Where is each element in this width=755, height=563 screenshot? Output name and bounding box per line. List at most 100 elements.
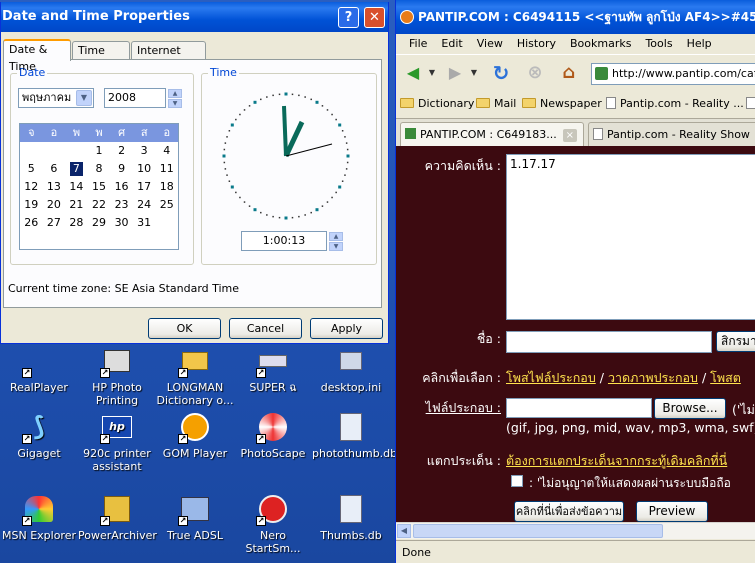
tab-date-time[interactable]: Date & Time	[3, 39, 71, 73]
calendar-day[interactable]: 28	[65, 214, 88, 232]
forward-arrow-icon[interactable]: ▶	[442, 61, 468, 85]
desktop-icon-msn-explorer[interactable]: ↗ MSN Explorer	[0, 492, 78, 542]
file-path-input[interactable]	[506, 398, 652, 418]
attach-file-label[interactable]: ไฟล์ประกอบ :	[426, 398, 501, 418]
calendar-day[interactable]: 7	[70, 162, 83, 176]
scroll-left-icon[interactable]: ◀	[397, 524, 411, 538]
calendar-day[interactable]: 4	[155, 142, 178, 160]
calendar-day[interactable]: 8	[88, 160, 111, 178]
calendar-day[interactable]: 31	[133, 214, 156, 232]
browse-button[interactable]: Browse...	[654, 398, 726, 419]
month-select[interactable]: พฤษภาคม ▼	[18, 88, 94, 108]
calendar-day[interactable]: 26	[20, 214, 43, 232]
calendar-day[interactable]: 13	[43, 178, 66, 196]
tab-time-zone[interactable]: Time Zone	[72, 41, 130, 74]
tab-close-icon[interactable]: ×	[562, 129, 577, 142]
home-icon[interactable]: ⌂	[556, 61, 582, 85]
menu-help[interactable]: Help	[680, 34, 719, 54]
spin-down-icon[interactable]: ▼	[168, 99, 182, 108]
calendar-day[interactable]: 16	[110, 178, 133, 196]
calendar-day[interactable]: 19	[20, 196, 43, 214]
desktop-icon-gigaget[interactable]: ⟆ ↗ Gigaget	[0, 410, 78, 461]
reload-icon[interactable]: ↻	[488, 61, 514, 85]
calendar-day[interactable]: 25	[155, 196, 178, 214]
post-link[interactable]: โพสต	[710, 370, 741, 385]
desktop-icon-hp-printer[interactable]: hp ↗ 920c printer assistant	[78, 410, 156, 473]
calendar-day[interactable]: 18	[155, 178, 178, 196]
desktop-icon-photothumb[interactable]: photothumb.db	[312, 410, 397, 460]
submit-button[interactable]: คลิกที่นี่เพื่อส่งข้อความ	[514, 501, 624, 522]
bookmark-mail[interactable]: Mail	[476, 95, 516, 113]
calendar-day[interactable]: 27	[43, 214, 66, 232]
desktop-icon-powerarchiver[interactable]: ↗ PowerArchiver	[78, 492, 157, 542]
calendar-day[interactable]: 24	[133, 196, 156, 214]
menu-history[interactable]: History	[510, 34, 563, 54]
spin-up-icon[interactable]: ▲	[329, 232, 343, 241]
tab-pantip-reality[interactable]: Pantip.com - Reality Show	[588, 122, 755, 147]
calendar-day[interactable]: 10	[133, 160, 156, 178]
calendar-day[interactable]: 22	[88, 196, 111, 214]
time-spin-buttons[interactable]: ▲ ▼	[329, 232, 343, 252]
url-bar[interactable]: http://www.pantip.com/caf	[591, 63, 755, 85]
desktop-icon-photoscape[interactable]: ↗ PhotoScape	[234, 410, 312, 460]
calendar-day[interactable]: 6	[43, 160, 66, 178]
spin-down-icon[interactable]: ▼	[329, 242, 343, 251]
calendar-day[interactable]: 2	[110, 142, 133, 160]
scrollbar-thumb[interactable]	[413, 524, 663, 538]
desktop-icon-gom-player[interactable]: ↗ GOM Player	[156, 410, 234, 460]
no-mobile-checkbox[interactable]	[511, 475, 523, 487]
browser-titlebar[interactable]: PANTIP.COM : C6494115 <<ฐานทัพ ลูกโป่ง A…	[396, 0, 755, 34]
bookmark-newspaper[interactable]: Newspaper	[522, 95, 602, 113]
branch-link[interactable]: ต้องการแตกประเด็นจากกระทู้เดิมคลิกที่นี่	[506, 451, 727, 471]
close-button[interactable]: ✕	[364, 7, 385, 28]
member-button[interactable]: สิกรมา	[716, 331, 755, 352]
draw-image-link[interactable]: วาดภาพประกอบ	[608, 370, 698, 385]
calendar-day[interactable]: 29	[88, 214, 111, 232]
chevron-down-icon[interactable]: ▼	[76, 90, 92, 106]
time-input[interactable]: 1:00:13 ▲ ▼	[241, 231, 343, 251]
cancel-button[interactable]: Cancel	[229, 318, 302, 339]
tab-pantip-cafe[interactable]: PANTIP.COM : C649183... ×	[400, 122, 584, 147]
calendar-day[interactable]: 5	[20, 160, 43, 178]
preview-button[interactable]: Preview	[636, 501, 708, 522]
bookmark-pantip-reality[interactable]: Pantip.com - Reality ...	[606, 95, 744, 113]
bookmark-overflow[interactable]	[746, 95, 755, 113]
stop-icon[interactable]: ⊗	[522, 61, 548, 85]
desktop-icon-desktop-ini[interactable]: desktop.ini	[312, 344, 390, 394]
calendar-day[interactable]: 9	[110, 160, 133, 178]
desktop-icon-hp-photo[interactable]: ↗ HP Photo Printing	[78, 344, 156, 407]
comment-textarea[interactable]: 1.17.17	[506, 154, 755, 320]
ok-button[interactable]: OK	[148, 318, 221, 339]
calendar-day[interactable]: 14	[65, 178, 88, 196]
calendar-day[interactable]: 23	[110, 196, 133, 214]
year-spin-buttons[interactable]: ▲ ▼	[168, 89, 182, 109]
menu-file[interactable]: File	[402, 34, 434, 54]
apply-button[interactable]: Apply	[310, 318, 383, 339]
forward-dropdown-icon[interactable]: ▼	[468, 61, 480, 85]
dialog-titlebar[interactable]: Date and Time Properties ? ✕	[1, 2, 388, 32]
desktop-icon-super[interactable]: ↗ SUPER ฉ	[234, 344, 312, 394]
back-arrow-icon[interactable]: ◀	[400, 61, 426, 85]
desktop-icon-true-adsl[interactable]: ↗ True ADSL	[156, 492, 234, 542]
calendar-day[interactable]: 21	[65, 196, 88, 214]
tab-internet-time[interactable]: Internet Time	[131, 41, 206, 74]
calendar-day[interactable]: 1	[88, 142, 111, 160]
menu-tools[interactable]: Tools	[638, 34, 679, 54]
menu-edit[interactable]: Edit	[434, 34, 469, 54]
bookmark-dictionary[interactable]: Dictionary	[400, 95, 474, 113]
post-file-link[interactable]: โพสไฟล์ประกอบ	[506, 370, 596, 385]
calendar-day[interactable]: 12	[20, 178, 43, 196]
menu-view[interactable]: View	[470, 34, 510, 54]
desktop-icon-nero[interactable]: ↗ Nero StartSm...	[234, 492, 312, 555]
calendar-day[interactable]: 17	[133, 178, 156, 196]
horizontal-scrollbar[interactable]: ◀	[396, 522, 755, 539]
desktop-icon-thumbs-db[interactable]: Thumbs.db	[312, 492, 390, 542]
menu-bookmarks[interactable]: Bookmarks	[563, 34, 638, 54]
desktop-icon-longman[interactable]: ↗ LONGMAN Dictionary o...	[156, 344, 234, 407]
calendar-day[interactable]: 30	[110, 214, 133, 232]
calendar-day[interactable]: 20	[43, 196, 66, 214]
spin-up-icon[interactable]: ▲	[168, 89, 182, 98]
calendar-day[interactable]: 3	[133, 142, 156, 160]
help-button[interactable]: ?	[338, 7, 359, 28]
desktop-icon-realplayer[interactable]: ↗ RealPlayer	[0, 344, 78, 394]
